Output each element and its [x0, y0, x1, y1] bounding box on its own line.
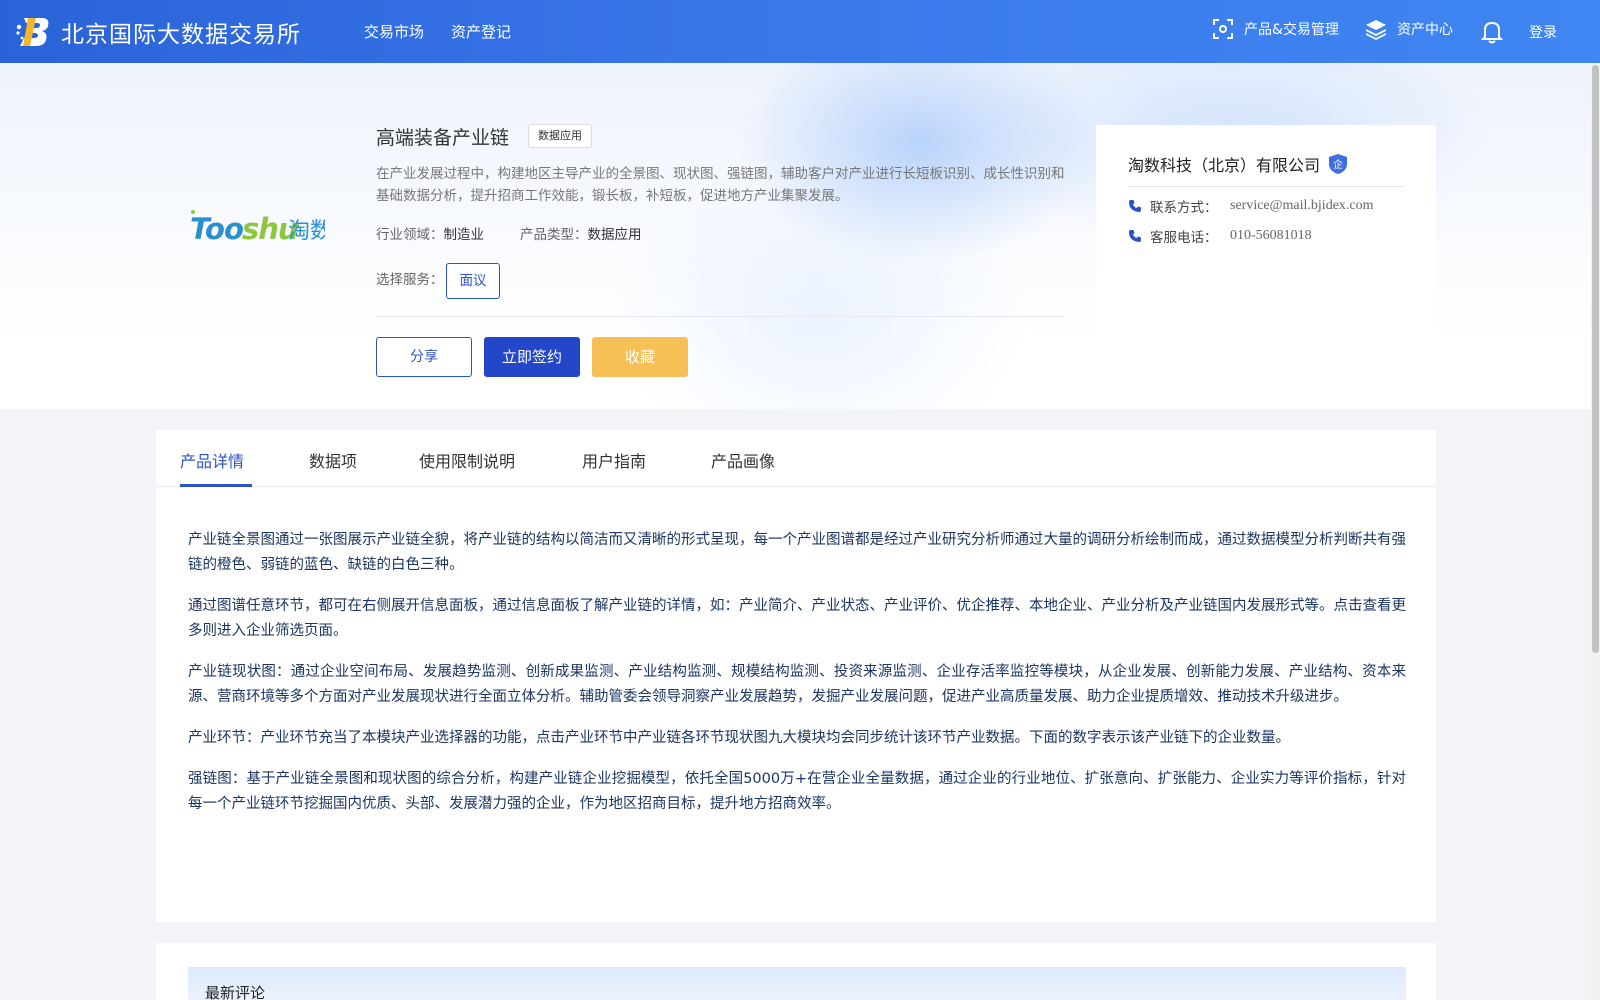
phone-icon: [1129, 230, 1141, 242]
tab-user-guide[interactable]: 用户指南: [582, 448, 646, 472]
content-paragraph: 产业链现状图：通过企业空间布局、发展趋势监测、创新成果监测、产业结构监测、规模结…: [188, 664, 1406, 705]
login-link[interactable]: 登录: [1529, 22, 1557, 42]
content-paragraph: 强链图：基于产业链全景图和现状图的综合分析，构建产业链企业挖掘模型，依托全国50…: [188, 771, 1406, 812]
service-phone: 010-56081018: [1230, 228, 1312, 243]
tab-usage-restrictions[interactable]: 使用限制说明: [419, 448, 515, 472]
active-tab-indicator: [180, 484, 252, 487]
product-detail-panel: 产品详情 数据项 使用限制说明 用户指南 产品画像 产业链全景图通过一张图展示产…: [156, 430, 1436, 922]
comments-header: 最新评论: [188, 967, 1406, 1000]
contact-label: 联系方式：: [1150, 200, 1218, 216]
product-type-field: 产品类型：数据应用: [520, 223, 642, 243]
tab-product-portrait[interactable]: 产品画像: [711, 448, 775, 472]
share-button[interactable]: 分享: [376, 337, 472, 377]
comments-panel: 最新评论: [156, 943, 1436, 1000]
tab-data-items[interactable]: 数据项: [309, 448, 357, 472]
top-navbar: 北京国际大数据交易所 交易市场 资产登记 产品&交易管理 资产中心 登录: [0, 0, 1600, 63]
nav-asset-registration[interactable]: 资产登记: [451, 21, 511, 42]
content-paragraph: 通过图谱任意环节，都可在右侧展开信息面板，通过信息面板了解产业链的详情，如：产业…: [188, 598, 1406, 639]
product-details-content: 产业链全景图通过一张图展示产业链全貌，将产业链的结构以简洁而又清晰的形式呈现，每…: [188, 528, 1406, 833]
layers-icon: [1366, 20, 1386, 40]
product-type-label: 产品类型：: [520, 227, 588, 243]
bell-icon[interactable]: [1481, 20, 1503, 44]
tooshu-logo: Too shu 淘数: [190, 210, 325, 246]
favorite-button[interactable]: 收藏: [592, 337, 688, 377]
product-type-tag: 数据应用: [528, 124, 592, 148]
nav-trading-market[interactable]: 交易市场: [364, 21, 424, 42]
svg-text:淘数: 淘数: [288, 219, 325, 244]
product-description: 在产业发展过程中，构建地区主导产业的全景图、现状图、强链图，辅助客户对产业进行长…: [376, 166, 1065, 204]
product-type-value: 数据应用: [587, 227, 642, 243]
product-trade-management-link[interactable]: 产品&交易管理: [1212, 18, 1339, 40]
tab-product-details[interactable]: 产品详情: [180, 448, 244, 472]
asset-center-link[interactable]: 资产中心: [1365, 18, 1453, 40]
content-paragraph: 产业链全景图通过一张图展示产业链全貌，将产业链的结构以简洁而又清晰的形式呈现，每…: [188, 532, 1406, 573]
svg-text:企: 企: [1333, 158, 1343, 171]
industry-value: 制造业: [443, 227, 485, 243]
scrollbar-thumb[interactable]: [1592, 65, 1599, 653]
contact-email[interactable]: service@mail.bjidex.com: [1230, 198, 1374, 214]
comments-title: 最新评论: [205, 984, 266, 1000]
service-option-negotiable[interactable]: 面议: [446, 263, 500, 299]
svg-text:Too: Too: [190, 212, 243, 246]
product-summary: Too shu 淘数 高端装备产业链 数据应用 在产业发展过程中，构建地区主导产…: [0, 63, 1600, 409]
industry-field: 行业领域：制造业: [376, 223, 484, 243]
sign-now-button[interactable]: 立即签约: [484, 337, 580, 377]
contact-phone-row: 客服电话： 010-56081018: [1128, 226, 1312, 246]
brand-name[interactable]: 北京国际大数据交易所: [61, 15, 301, 49]
page-scrollbar[interactable]: [1591, 63, 1600, 1000]
product-title: 高端装备产业链: [376, 127, 510, 149]
exchange-logo-icon[interactable]: [14, 14, 52, 48]
phone-icon: [1129, 200, 1141, 212]
phone-label: 客服电话：: [1150, 230, 1218, 246]
scan-frame-icon: [1213, 19, 1233, 39]
summary-divider: [376, 316, 1064, 317]
company-card: 淘数科技（北京）有限公司 企 联系方式： service@mail.bjidex…: [1096, 125, 1436, 380]
service-label: 选择服务：: [376, 272, 444, 288]
detail-tabs: 产品详情 数据项 使用限制说明 用户指南 产品画像: [156, 430, 1436, 487]
product-trade-management-label: 产品&交易管理: [1244, 22, 1339, 38]
company-name[interactable]: 淘数科技（北京）有限公司: [1128, 152, 1320, 176]
enterprise-verified-icon: 企: [1329, 154, 1347, 174]
contact-email-row: 联系方式： service@mail.bjidex.com: [1128, 196, 1374, 216]
content-paragraph: 产业环节：产业环节充当了本模块产业选择器的功能，点击产业环节中产业链各环节现状图…: [188, 730, 1290, 746]
industry-label: 行业领域：: [376, 227, 444, 243]
asset-center-label: 资产中心: [1397, 22, 1453, 38]
company-card-divider: [1128, 186, 1404, 187]
